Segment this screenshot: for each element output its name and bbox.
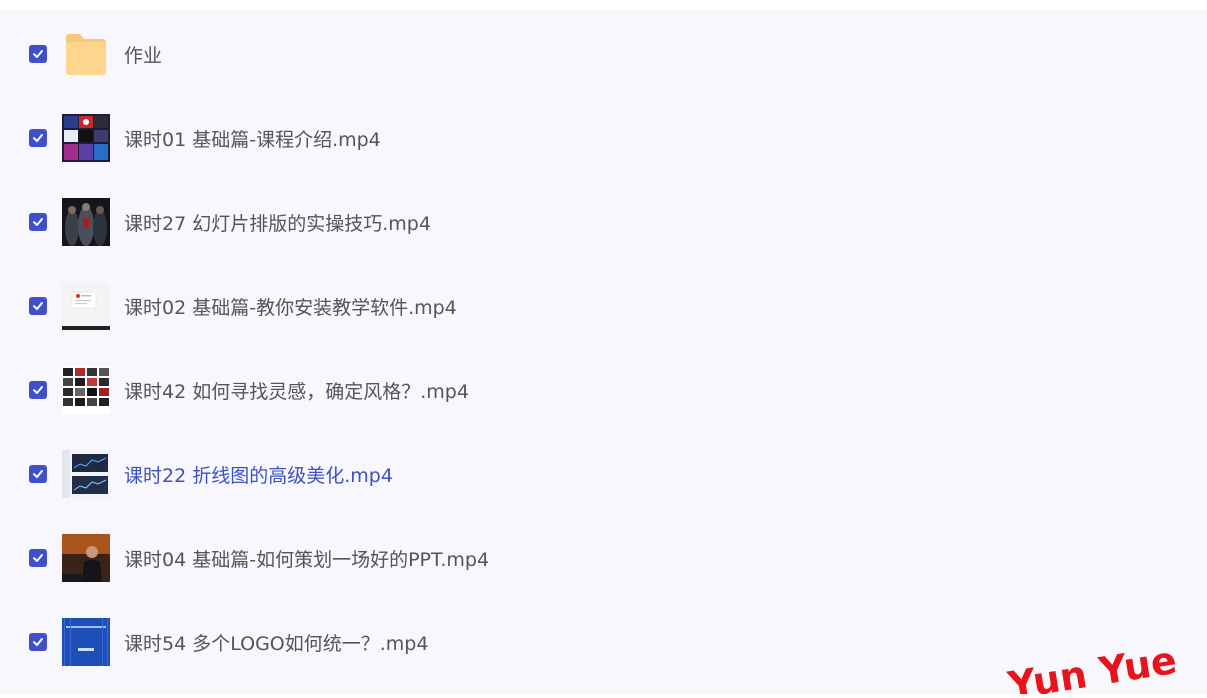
file-name[interactable]: 课时04 基础篇-如何策划一场好的PPT.mp4 — [124, 545, 489, 572]
list-item-video[interactable]: 课时02 基础篇-教你安装教学软件.mp4 — [0, 264, 1207, 348]
checkmark-icon — [33, 302, 43, 310]
video-thumbnail — [62, 282, 110, 330]
list-item-folder[interactable]: 作业 — [0, 12, 1207, 96]
file-name[interactable]: 课时22 折线图的高级美化.mp4 — [124, 461, 393, 488]
checkbox[interactable] — [29, 465, 47, 483]
file-name[interactable]: 课时01 基础篇-课程介绍.mp4 — [124, 125, 381, 152]
list-item-video[interactable]: 课时04 基础篇-如何策划一场好的PPT.mp4 — [0, 516, 1207, 600]
checkbox[interactable] — [29, 633, 47, 651]
watermark-text: Yun Yue — [1004, 638, 1179, 694]
checkmark-icon — [33, 50, 43, 58]
video-thumbnail — [62, 450, 110, 498]
watermark: Yun Yue — [1004, 622, 1204, 698]
file-name[interactable]: 作业 — [124, 41, 162, 68]
checkmark-icon — [33, 638, 43, 646]
file-name[interactable]: 课时42 如何寻找灵感，确定风格？.mp4 — [124, 377, 469, 404]
list-item-video[interactable]: 课时27 幻灯片排版的实操技巧.mp4 — [0, 180, 1207, 264]
video-thumbnail — [62, 618, 110, 666]
file-name[interactable]: 课时27 幻灯片排版的实操技巧.mp4 — [124, 209, 431, 236]
list-item-video[interactable]: 课时42 如何寻找灵感，确定风格？.mp4 — [0, 348, 1207, 432]
list-item-video[interactable]: 课时01 基础篇-课程介绍.mp4 — [0, 96, 1207, 180]
file-name[interactable]: 课时54 多个LOGO如何统一？.mp4 — [124, 629, 428, 656]
video-thumbnail — [62, 366, 110, 414]
folder-icon — [63, 32, 109, 76]
video-thumbnail — [62, 114, 110, 162]
file-list: 作业 课时01 基础篇-课程介绍.mp4 课时27 幻灯片排版的实操技巧.mp4… — [0, 10, 1207, 694]
checkmark-icon — [33, 470, 43, 478]
checkmark-icon — [33, 218, 43, 226]
checkbox[interactable] — [29, 45, 47, 63]
checkbox[interactable] — [29, 213, 47, 231]
checkmark-icon — [33, 386, 43, 394]
checkmark-icon — [33, 554, 43, 562]
checkbox[interactable] — [29, 129, 47, 147]
checkbox[interactable] — [29, 381, 47, 399]
file-name[interactable]: 课时02 基础篇-教你安装教学软件.mp4 — [124, 293, 457, 320]
list-item-video-active[interactable]: 课时22 折线图的高级美化.mp4 — [0, 432, 1207, 516]
video-thumbnail — [62, 198, 110, 246]
video-thumbnail — [62, 534, 110, 582]
checkbox[interactable] — [29, 297, 47, 315]
checkbox[interactable] — [29, 549, 47, 567]
checkmark-icon — [33, 134, 43, 142]
